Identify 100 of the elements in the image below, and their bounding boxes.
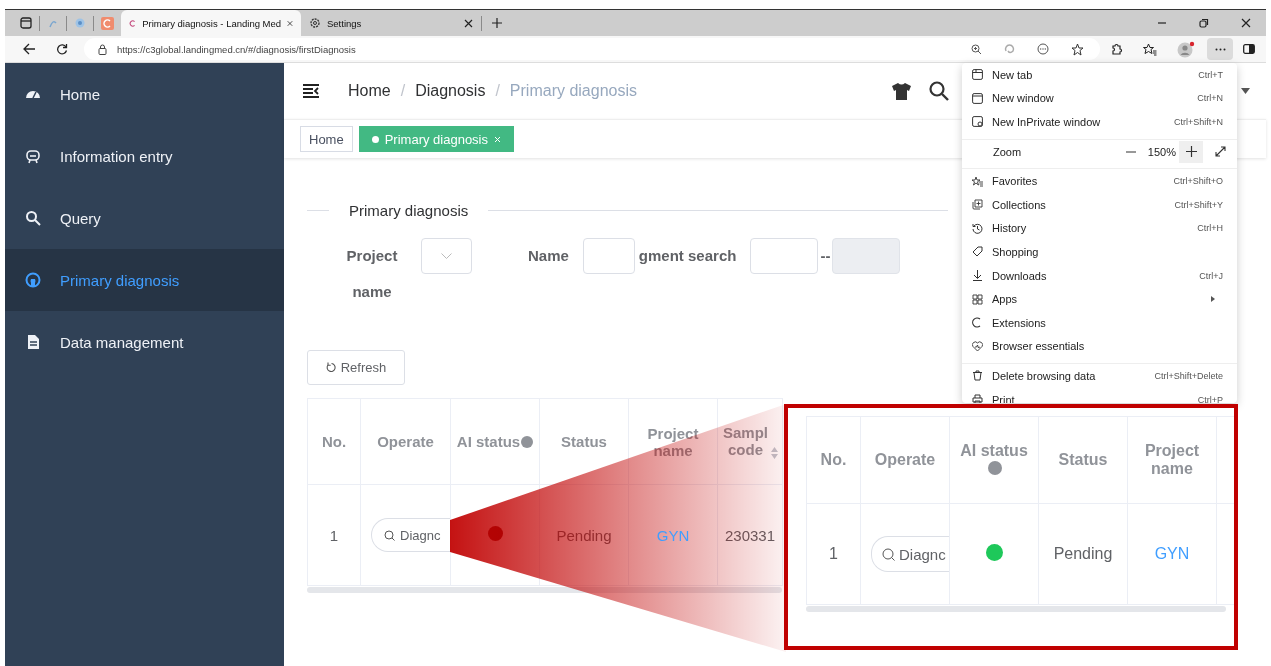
menu-item[interactable]: Print Ctrl+P	[962, 387, 1237, 403]
browser-tab[interactable]: Settings	[301, 10, 481, 36]
circle-icon	[25, 272, 41, 288]
table-cell: 1	[829, 545, 838, 562]
sidebar-item[interactable]: Data management	[5, 311, 284, 373]
browser-tab[interactable]: Primary diagnosis - Landing Med	[121, 10, 301, 36]
shortcut-text: Ctrl+H	[1197, 223, 1223, 234]
tab-title: Primary diagnosis - Landing Med	[142, 17, 282, 29]
info-icon[interactable]	[521, 436, 534, 448]
sidebar-icon[interactable]	[1243, 44, 1255, 54]
close-icon[interactable]	[464, 18, 473, 28]
column-header: AI status	[960, 442, 1028, 459]
column-header: Operate	[874, 451, 936, 468]
table-cell: Pending	[556, 526, 612, 544]
menu-item[interactable]: New tab Ctrl+T	[962, 63, 1237, 87]
field-label: gment search	[638, 246, 737, 266]
section-title: Primary diagnosis	[349, 201, 469, 219]
breadcrumb-separator: /	[400, 82, 406, 100]
close-icon[interactable]	[1241, 18, 1251, 28]
more-circle-icon[interactable]	[1037, 43, 1049, 55]
menu-item[interactable]: History Ctrl+H	[962, 216, 1237, 241]
shortcut-text: Ctrl+Shift+Y	[1174, 199, 1223, 210]
column-header: Status	[561, 433, 607, 450]
shortcut-text: Ctrl+P	[1197, 394, 1223, 403]
plus-icon	[1185, 146, 1197, 158]
star-icon	[972, 175, 983, 187]
lock-icon	[98, 43, 107, 55]
restore-icon[interactable]	[1199, 18, 1209, 28]
column-header: Operate	[377, 433, 434, 450]
search-icon[interactable]	[929, 81, 949, 101]
tab-layout-icon[interactable]	[20, 17, 32, 29]
address-bar[interactable]: https://c3global.landingmed.cn/#/diagnosis/firstDiagnosis	[84, 38, 1100, 60]
zoom-level: 150%	[1147, 145, 1176, 158]
breadcrumb-link[interactable]: Home	[348, 82, 391, 100]
table-cell: Pending	[1053, 545, 1113, 562]
column-header: Project name	[647, 424, 699, 459]
search-icon	[384, 529, 395, 541]
clock-icon	[972, 222, 983, 234]
window-icon	[972, 116, 983, 128]
menu-item[interactable]: Shopping	[962, 240, 1237, 264]
reload-icon[interactable]	[56, 43, 68, 55]
tag-icon	[972, 246, 983, 258]
favorites-icon[interactable]	[1143, 42, 1157, 56]
expand-icon[interactable]	[1215, 146, 1226, 158]
grid-icon	[972, 293, 983, 305]
zoom-in-icon[interactable]	[971, 43, 982, 55]
chevron-down-icon	[441, 253, 452, 259]
star-icon[interactable]	[1071, 42, 1084, 56]
range-start-input[interactable]	[750, 238, 819, 274]
search-icon	[882, 547, 895, 561]
collections-icon	[972, 199, 983, 211]
download-icon	[972, 270, 983, 282]
menu-item[interactable]: Extensions	[962, 310, 1237, 335]
caret-icon[interactable]	[1241, 88, 1250, 94]
settings-icon	[309, 17, 321, 29]
menu-item[interactable]: Favorites Ctrl+Shift+O	[962, 169, 1237, 193]
printer-icon	[972, 394, 983, 403]
range-separator: --	[820, 246, 831, 266]
zoom-in-button[interactable]	[1179, 140, 1203, 163]
sidebar-item[interactable]: Information entry	[5, 125, 284, 187]
name-input[interactable]	[582, 238, 635, 274]
column-header: AI status	[456, 433, 521, 450]
shortcut-text: Ctrl+Shift+O	[1173, 176, 1223, 187]
sidebar-item[interactable]: Home	[5, 63, 284, 125]
shirt-icon[interactable]	[891, 81, 912, 101]
page-tag[interactable]: Home	[300, 126, 353, 152]
tab-icon	[972, 69, 983, 81]
back-icon[interactable]	[23, 43, 36, 55]
shortcut-text: Ctrl+Shift+Delete	[1154, 370, 1223, 381]
breadcrumb-link[interactable]: Diagnosis	[415, 82, 486, 100]
sidebar-item[interactable]: Query	[5, 187, 284, 249]
shortcut-text: Ctrl+Shift+N	[1173, 117, 1223, 127]
zoom-label: Zoom	[993, 145, 1022, 158]
zoom-out-icon[interactable]	[1125, 150, 1136, 153]
avatar-icon[interactable]	[1177, 40, 1195, 58]
chat-icon	[25, 148, 41, 164]
column-header: Status	[1058, 451, 1108, 468]
menu-item[interactable]: Browser essentials	[962, 334, 1237, 359]
menu-item[interactable]: New InPrivate window Ctrl+Shift+N	[962, 110, 1237, 134]
menu-item[interactable]: New window Ctrl+N	[962, 86, 1237, 111]
sidebar-item[interactable]: Primary diagnosis	[5, 249, 284, 311]
diagnose-button[interactable]: Diagnc	[871, 536, 949, 572]
menu-icon[interactable]	[302, 83, 320, 99]
site-logo-icon	[129, 17, 137, 29]
menu-item[interactable]: Apps	[962, 287, 1237, 311]
dot-icon	[371, 135, 379, 143]
field-label: Name	[528, 246, 569, 266]
more-button[interactable]	[1207, 38, 1233, 60]
table-cell: 1	[329, 526, 339, 544]
menu-item[interactable]: Collections Ctrl+Shift+Y	[962, 192, 1237, 217]
url-text: https://c3global.landingmed.cn/#/diagnosis/firstDiagnosis	[117, 43, 356, 55]
refresh-button[interactable]: Refresh	[307, 350, 405, 385]
menu-item[interactable]: Downloads Ctrl+J	[962, 263, 1237, 288]
breadcrumb-separator: /	[495, 82, 500, 100]
window-icon	[972, 92, 983, 104]
column-header: No.	[820, 451, 847, 468]
new-tab-icon[interactable]	[491, 17, 503, 29]
refresh-icon	[325, 362, 337, 373]
diagnose-button[interactable]: Diagnc	[371, 518, 450, 552]
menu-item[interactable]: Delete browsing data Ctrl+Shift+Delete	[962, 364, 1237, 388]
